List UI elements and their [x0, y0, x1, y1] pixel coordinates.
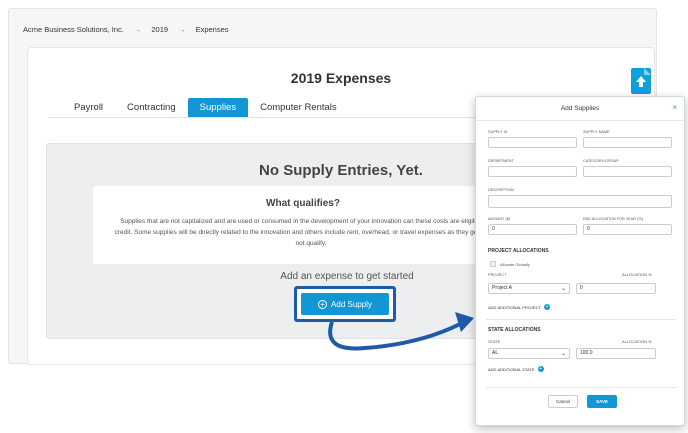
amount-field[interactable]: 0 — [488, 224, 577, 235]
breadcrumb-year[interactable]: 2019 — [151, 25, 168, 34]
supply-name-field[interactable] — [583, 137, 672, 148]
add-project-label: ADD ADDITIONAL PROJECT — [488, 304, 541, 310]
project-select[interactable]: Project A ⌄ — [488, 283, 570, 294]
plus-circle-icon: + — [543, 304, 550, 310]
modal-title: Add Supplies — [560, 105, 600, 112]
amount-label: AMOUNT ($) — [488, 217, 511, 221]
project-allocations-heading: PROJECT ALLOCATIONS — [488, 248, 549, 254]
project-select-value: Project A — [492, 285, 513, 291]
department-label: DEPARTMENT — [488, 159, 514, 163]
tab-bar: Payroll Contracting Supplies Computer Re… — [62, 98, 349, 118]
qualifies-title: What qualifies? — [266, 198, 340, 209]
tab-contracting[interactable]: Contracting — [115, 98, 188, 118]
page-title: 2019 Expenses — [290, 70, 392, 86]
state-allocations-heading: STATE ALLOCATIONS — [488, 327, 541, 333]
save-button[interactable]: SAVE — [587, 395, 617, 408]
department-field[interactable] — [488, 166, 577, 177]
rnd-allocation-label: R&D ALLOCATION FOR YEAR (%) — [583, 217, 643, 221]
breadcrumb-arrow-icon: → — [133, 25, 142, 34]
description-field[interactable] — [488, 195, 672, 208]
rnd-allocation-field[interactable]: 0 — [583, 224, 672, 235]
tab-supplies[interactable]: Supplies — [187, 98, 249, 118]
modal-header: Add Supplies × — [476, 97, 684, 121]
chevron-down-icon: ⌄ — [560, 351, 566, 357]
state-allocation-field[interactable]: 100.0 — [576, 348, 656, 359]
state-select[interactable]: AL ⌄ — [488, 348, 570, 359]
breadcrumb-section: Expenses — [195, 25, 229, 34]
pointer-arrow-icon — [328, 312, 474, 351]
state-column-label: STATE — [488, 339, 501, 344]
add-state-link[interactable]: ADD ADDITIONAL STATE + — [488, 366, 544, 372]
allocate-globally-label: Allocate Globally — [500, 262, 530, 267]
upload-file-button[interactable] — [631, 68, 651, 94]
project-column-label: PROJECT — [488, 272, 507, 277]
close-icon[interactable]: × — [672, 103, 677, 112]
supply-name-label: SUPPLY NAME — [583, 130, 610, 134]
plus-circle-icon: + — [537, 366, 544, 372]
allocate-globally-checkbox[interactable] — [490, 261, 496, 267]
breadcrumb-arrow-icon: → — [178, 25, 186, 34]
chevron-down-icon: ⌄ — [560, 286, 566, 292]
cancel-button[interactable]: Cancel — [548, 395, 578, 408]
qualifies-text: Supplies that are not capitalized and ar… — [114, 218, 508, 247]
file-upload-icon — [636, 68, 651, 87]
footer-divider — [486, 387, 676, 388]
add-supplies-modal: Add Supplies × SUPPLY ID SUPPLY NAME DEP… — [475, 96, 685, 426]
section-divider — [486, 319, 676, 320]
project-allocation-field[interactable]: 0 — [576, 283, 656, 294]
state-select-value: AL — [492, 350, 499, 356]
supply-id-field[interactable] — [488, 137, 577, 148]
tab-payroll[interactable]: Payroll — [62, 98, 115, 118]
state-allocation-column-label: ALLOCATION % — [622, 339, 652, 344]
tab-computer-rentals[interactable]: Computer Rentals — [248, 98, 349, 118]
allocation-column-label: ALLOCATION % — [622, 272, 652, 277]
supply-id-label: SUPPLY ID — [488, 130, 508, 134]
breadcrumb-company[interactable]: Acme Business Solutions, Inc. — [23, 25, 124, 34]
breadcrumb: Acme Business Solutions, Inc. → 2019 → E… — [23, 25, 229, 34]
description-label: DESCRIPTION — [488, 188, 514, 192]
category-field[interactable] — [583, 166, 672, 177]
add-state-label: ADD ADDITIONAL STATE — [488, 366, 535, 372]
qualifies-box: What qualifies? Supplies that are not ca… — [93, 186, 513, 264]
add-project-link[interactable]: ADD ADDITIONAL PROJECT + — [488, 304, 550, 310]
category-label: CATEGORY/GROUP — [583, 159, 619, 163]
